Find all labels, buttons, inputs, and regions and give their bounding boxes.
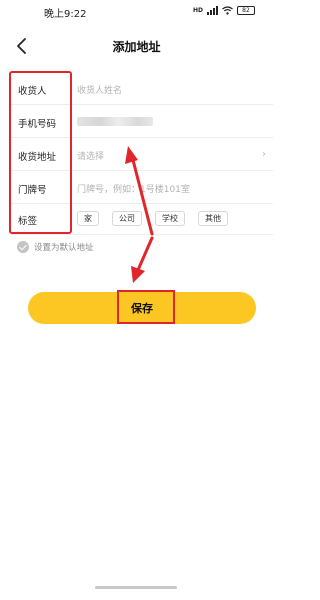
door-input[interactable]: 门牌号，例如：1号楼101室 (77, 182, 190, 195)
receiver-input[interactable]: 收货人姓名 (77, 83, 122, 96)
address-label: 收货地址 (18, 152, 57, 163)
door-label: 门牌号 (18, 185, 47, 196)
default-address-toggle[interactable]: 设置为默认地址 (17, 241, 94, 253)
door-row[interactable]: 门牌号 门牌号，例如：1号楼101室 (10, 172, 273, 204)
receiver-row[interactable]: 收货人 收货人姓名 (10, 73, 273, 105)
tags-row: 标签 家 公司 学校 其他 (10, 203, 273, 235)
save-button[interactable]: 保存 (28, 292, 256, 324)
save-label: 保存 (131, 302, 153, 315)
status-time: 晚上9:22 (44, 9, 87, 20)
chevron-right-icon[interactable]: › (262, 149, 266, 160)
status-bar: 晚上9:22 HD 82 (0, 0, 273, 24)
tag-company[interactable]: 公司 (112, 211, 142, 226)
nav-bar: 添加地址 (0, 28, 273, 64)
default-address-label: 设置为默认地址 (34, 243, 94, 253)
check-circle-icon[interactable] (17, 241, 29, 253)
tag-other[interactable]: 其他 (198, 211, 228, 226)
address-select[interactable]: 请选择 (77, 149, 104, 162)
address-row[interactable]: 收货地址 请选择 › (10, 139, 273, 171)
tag-home[interactable]: 家 (77, 211, 99, 226)
page-title: 添加地址 (112, 40, 161, 54)
battery-icon: 82 (237, 6, 255, 15)
signal-icon (207, 6, 218, 15)
status-icons: HD 82 (193, 6, 255, 15)
receiver-label: 收货人 (18, 86, 47, 97)
tag-options: 家 公司 学校 其他 (77, 211, 241, 226)
home-indicator[interactable] (95, 586, 177, 589)
phone-row[interactable]: 手机号码 (10, 106, 273, 138)
hd-indicator: HD (192, 7, 203, 14)
wifi-icon (222, 6, 233, 15)
tag-school[interactable]: 学校 (155, 211, 185, 226)
arrow-to-save-icon (136, 236, 154, 272)
arrowhead-save-icon (131, 266, 145, 283)
phone-label: 手机号码 (18, 119, 57, 130)
tags-label: 标签 (18, 216, 38, 227)
phone-input[interactable] (77, 117, 153, 126)
